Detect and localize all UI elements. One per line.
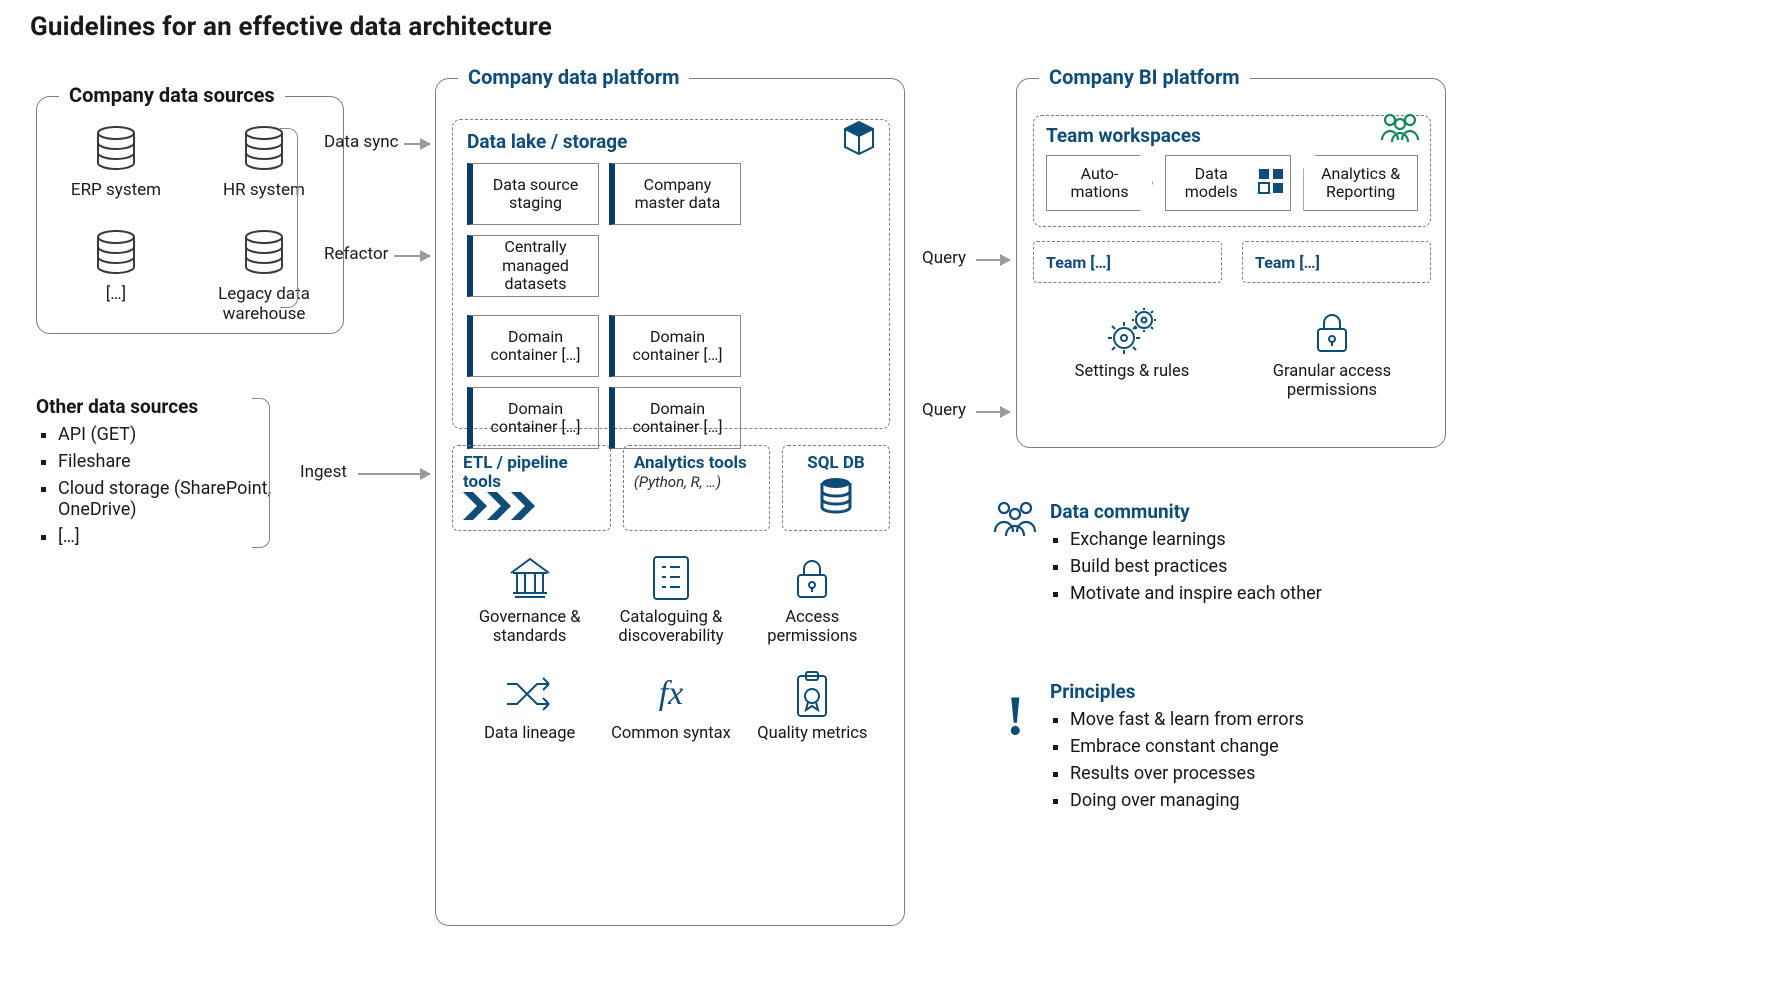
dl-box-central: Centrally managed datasets: [467, 235, 599, 297]
exclamation-icon: !: [1006, 684, 1056, 734]
tw-automations: Auto-mations: [1046, 155, 1153, 211]
company-bi-platform-panel: Company BI platform Team workspaces Auto…: [1016, 78, 1446, 448]
tiles-icon: [1258, 168, 1284, 198]
source-more: […]: [61, 227, 171, 325]
arrow-icon: [358, 473, 430, 475]
company-sources-title: Company data sources: [59, 83, 285, 107]
other-data-sources: Other data sources API (GET) Fileshare C…: [36, 395, 344, 553]
flow-label-query: Query: [922, 248, 966, 268]
tw-data-models: Data models: [1165, 155, 1291, 211]
team-placeholder: Team […]: [1242, 241, 1431, 283]
principles-section: ! Principles Move fast & learn from erro…: [1050, 680, 1470, 817]
platform-title: Company data platform: [458, 65, 689, 89]
data-lake-section: Data lake / storage Data source staging …: [452, 119, 890, 429]
arrow-icon: [976, 259, 1010, 261]
bank-icon: [464, 551, 595, 605]
feature-cataloguing: Cataloguing & discoverability: [605, 551, 736, 647]
principle-item: Embrace constant change: [1070, 736, 1470, 757]
feature-access-permissions: Access permissions: [747, 551, 878, 647]
clipboard-badge-icon: [747, 667, 878, 721]
other-source-item: Cloud storage (SharePoint, OneDrive): [58, 478, 344, 520]
sql-db-card: SQL DB: [782, 445, 890, 531]
feature-governance: Governance & standards: [464, 551, 595, 647]
arrow-icon: [394, 255, 430, 257]
community-item: Motivate and inspire each other: [1070, 583, 1470, 604]
dl-domain-container: Domain container […]: [467, 387, 599, 449]
source-hr: HR system: [209, 123, 319, 221]
community-title: Data community: [1050, 500, 1470, 523]
team-workspaces-title: Team workspaces: [1046, 124, 1201, 147]
bracket-icon: [252, 398, 270, 548]
team-placeholder: Team […]: [1033, 241, 1222, 283]
other-sources-title: Other data sources: [36, 395, 344, 418]
community-item: Exchange learnings: [1070, 529, 1470, 550]
community-item: Build best practices: [1070, 556, 1470, 577]
feature-quality: Quality metrics: [747, 667, 878, 744]
flow-label-query: Query: [922, 400, 966, 420]
page-title: Guidelines for an effective data archite…: [30, 12, 552, 42]
lock-icon: [1247, 305, 1417, 359]
team-workspaces-section: Team workspaces Auto-mations Data models…: [1033, 115, 1431, 227]
arrow-icon: [404, 143, 430, 145]
chevrons-icon: [463, 492, 537, 524]
package-icon: [839, 118, 879, 162]
analytics-tools-card: Analytics tools (Python, R, …): [623, 445, 770, 531]
tools-row: ETL / pipeline tools Analytics tools (Py…: [452, 445, 890, 531]
tw-analytics-reporting: Analytics & Reporting: [1303, 155, 1418, 211]
feature-syntax: fx Common syntax: [605, 667, 736, 744]
list-icon: [605, 551, 736, 605]
source-legacy-dw: Legacy data warehouse: [209, 227, 319, 325]
arrow-icon: [976, 411, 1010, 413]
data-community-section: Data community Exchange learnings Build …: [1050, 500, 1470, 610]
database-icon: [89, 227, 143, 281]
lock-icon: [747, 551, 878, 605]
principle-item: Doing over managing: [1070, 790, 1470, 811]
bi-title: Company BI platform: [1039, 65, 1250, 89]
dl-domain-container: Domain container […]: [467, 315, 599, 377]
bracket-icon: [280, 128, 298, 308]
feature-lineage: Data lineage: [464, 667, 595, 744]
principles-title: Principles: [1050, 680, 1470, 703]
database-icon: [89, 123, 143, 177]
people-icon: [1378, 110, 1422, 150]
people-icon: [990, 498, 1040, 548]
gears-icon: [1057, 305, 1207, 359]
principle-item: Move fast & learn from errors: [1070, 709, 1470, 730]
dl-box-staging: Data source staging: [467, 163, 599, 225]
principle-item: Results over processes: [1070, 763, 1470, 784]
dl-domain-container: Domain container […]: [609, 315, 741, 377]
data-lake-title: Data lake / storage: [467, 130, 875, 153]
bi-feature-settings: Settings & rules: [1057, 305, 1207, 401]
flow-label-sync: Data sync: [324, 132, 399, 152]
database-icon: [793, 477, 879, 521]
bi-feature-granular-access: Granular access permissions: [1247, 305, 1417, 401]
source-erp: ERP system: [61, 123, 171, 221]
fx-icon: fx: [605, 667, 736, 721]
etl-tools-card: ETL / pipeline tools: [452, 445, 611, 531]
dl-domain-container: Domain container […]: [609, 387, 741, 449]
company-data-platform-panel: Company data platform Data lake / storag…: [435, 78, 905, 926]
other-source-item: […]: [58, 526, 344, 547]
shuffle-icon: [464, 667, 595, 721]
flow-label-refactor: Refactor: [324, 244, 388, 264]
dl-box-master: Company master data: [609, 163, 741, 225]
flow-label-ingest: Ingest: [300, 462, 347, 482]
other-source-item: API (GET): [58, 424, 344, 445]
